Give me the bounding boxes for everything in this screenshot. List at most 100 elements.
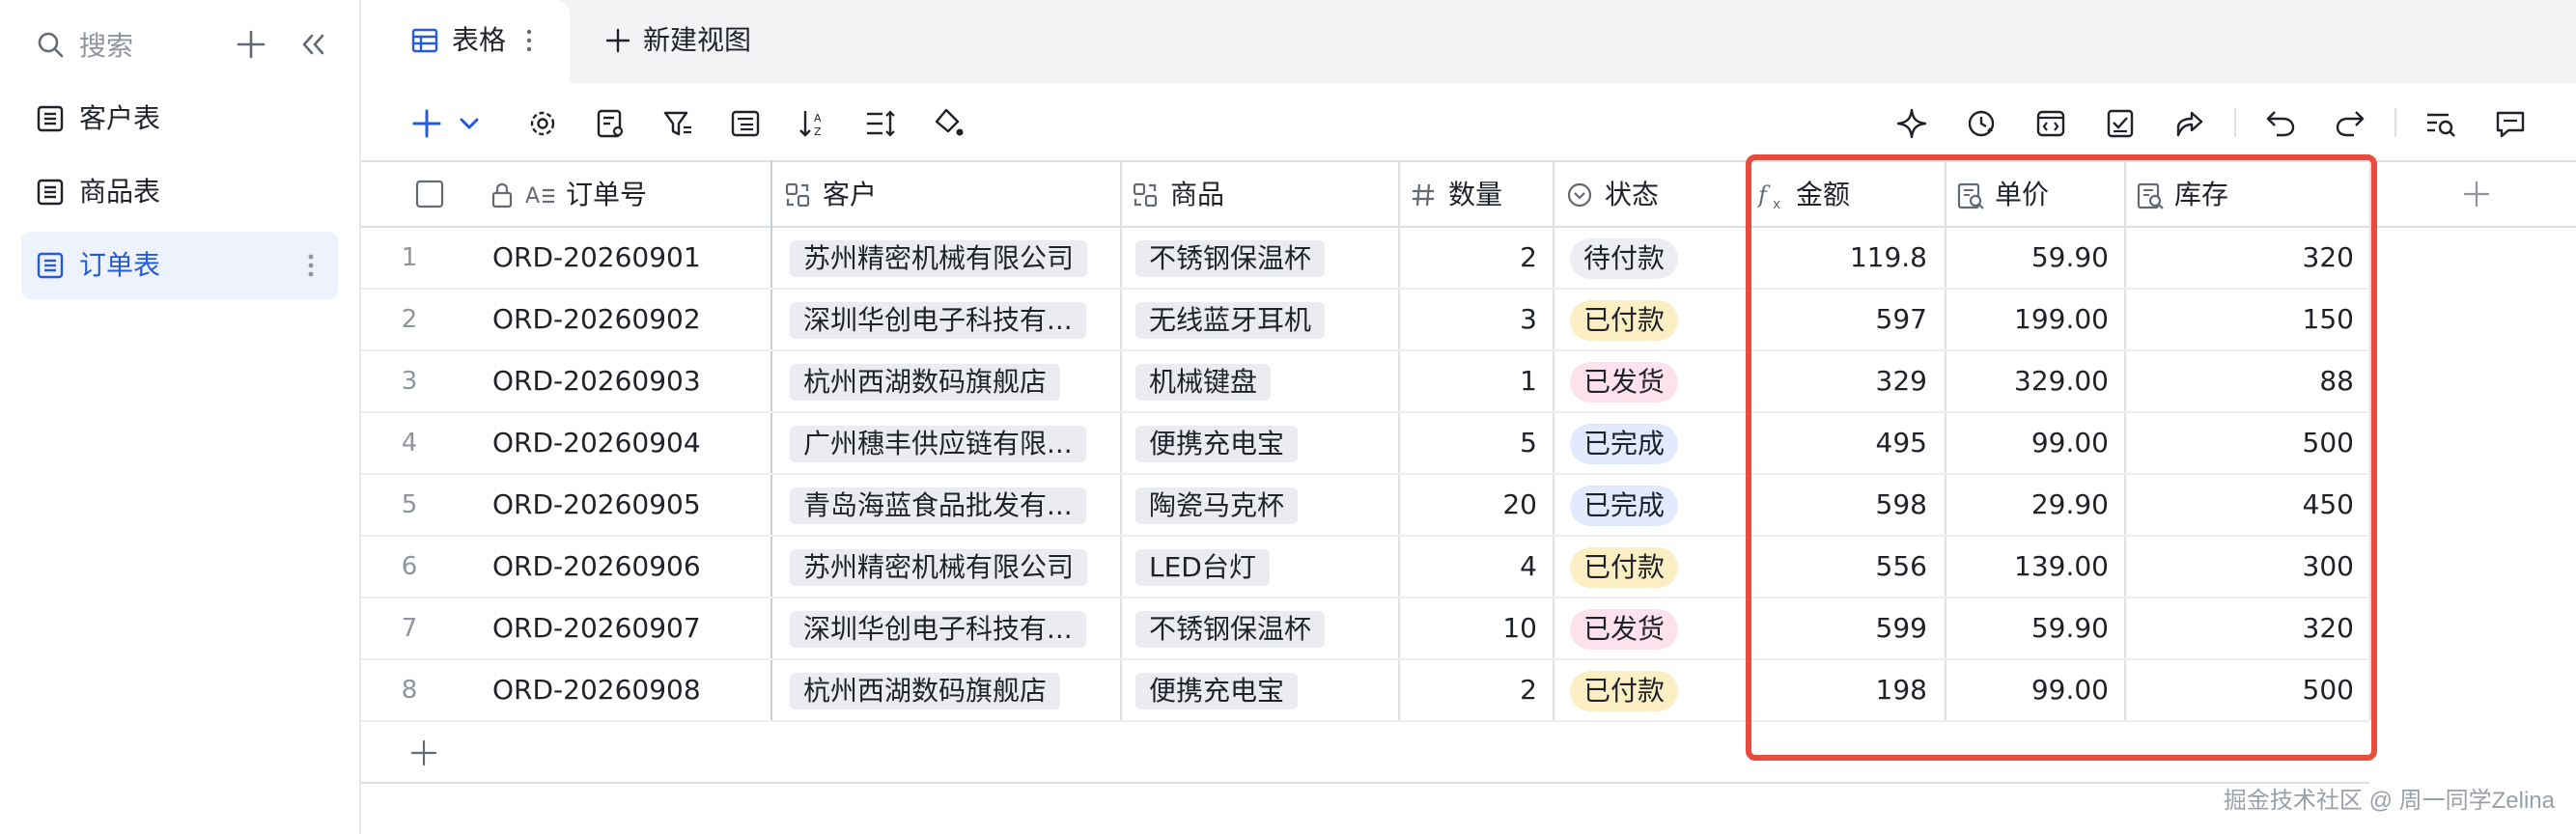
table-row[interactable]: 4 ORD-20260904 广州穗丰供应链有限... 便携充电宝 5 已完成 495 99.… — [361, 413, 2369, 475]
status-badge[interactable]: 已付款 — [1570, 300, 1679, 341]
search-box[interactable]: 搜索 — [35, 25, 344, 68]
status-badge[interactable]: 待付款 — [1570, 238, 1679, 279]
amount-cell[interactable]: 598 — [1746, 475, 1927, 535]
unit-price-cell[interactable]: 329.00 — [1945, 351, 2109, 411]
unit-price-cell[interactable]: 29.90 — [1945, 475, 2109, 535]
chevron-down-icon[interactable] — [452, 106, 487, 141]
unit-price-cell[interactable]: 99.00 — [1945, 413, 2109, 473]
search-records-icon[interactable] — [2423, 106, 2458, 141]
status-badge[interactable]: 已完成 — [1570, 486, 1679, 526]
table-row[interactable]: 8 ORD-20260908 杭州西湖数码旗舰店 便携充电宝 2 已付款 198 99.00 5… — [361, 660, 2369, 722]
stock-cell[interactable]: 450 — [2124, 475, 2354, 535]
customer-link-tag[interactable]: 苏州精密机械有限公司 — [790, 549, 1088, 586]
table-row[interactable]: 6 ORD-20260906 苏州精密机械有限公司 LED台灯 4 已付款 556 139.0… — [361, 537, 2369, 598]
table-row[interactable]: 5 ORD-20260905 青岛海蓝食品批发有... 陶瓷马克杯 20 已完成 598 29… — [361, 475, 2369, 537]
share-icon[interactable] — [2172, 106, 2207, 141]
product-link-tag[interactable]: 不锈钢保温杯 — [1135, 240, 1326, 277]
status-badge[interactable]: 已付款 — [1570, 671, 1679, 711]
add-column-button[interactable] — [2369, 162, 2576, 226]
status-badge[interactable]: 已付款 — [1570, 547, 1679, 588]
table-row[interactable]: 3 ORD-20260903 杭州西湖数码旗舰店 机械键盘 1 已发货 329 329.00 8… — [361, 351, 2369, 413]
column-header-stock[interactable]: 库存 — [2124, 162, 2369, 226]
add-record-icon[interactable] — [409, 106, 444, 141]
amount-cell[interactable]: 597 — [1746, 290, 1927, 349]
quantity-cell[interactable]: 20 — [1398, 475, 1537, 535]
customer-link-tag[interactable]: 深圳华创电子科技有... — [790, 302, 1086, 339]
code-block-icon[interactable] — [2033, 106, 2068, 141]
more-vertical-icon[interactable] — [307, 251, 315, 284]
table-row[interactable]: 1 ORD-20260901 苏州精密机械有限公司 不锈钢保温杯 2 待付款 119.8 59… — [361, 228, 2369, 290]
add-record-row[interactable] — [361, 722, 2369, 784]
tab-grid-view[interactable]: 表格 — [361, 0, 570, 83]
amount-cell[interactable]: 495 — [1746, 413, 1927, 473]
collapse-sidebar-icon[interactable] — [297, 29, 328, 64]
sidebar-item-customers[interactable]: 客户表 — [21, 85, 338, 153]
group-icon[interactable] — [728, 106, 763, 141]
quantity-cell[interactable]: 10 — [1398, 598, 1537, 658]
product-link-tag[interactable]: 便携充电宝 — [1135, 426, 1299, 462]
comment-icon[interactable] — [2493, 106, 2528, 141]
quantity-cell[interactable]: 5 — [1398, 413, 1537, 473]
stock-cell[interactable]: 320 — [2124, 598, 2354, 658]
order-no-cell[interactable]: ORD-20260904 — [492, 413, 701, 473]
order-no-cell[interactable]: ORD-20260907 — [492, 598, 701, 658]
form-check-icon[interactable] — [2103, 106, 2138, 141]
undo-icon[interactable] — [2263, 106, 2298, 141]
unit-price-cell[interactable]: 59.90 — [1945, 228, 2109, 288]
quantity-cell[interactable]: 2 — [1398, 228, 1537, 288]
order-no-cell[interactable]: ORD-20260905 — [492, 475, 701, 535]
sort-icon[interactable]: AZ — [796, 106, 830, 141]
field-config-icon[interactable] — [593, 106, 628, 141]
ai-sparkle-icon[interactable] — [1894, 106, 1929, 141]
order-no-cell[interactable]: ORD-20260906 — [492, 537, 701, 597]
stock-cell[interactable]: 320 — [2124, 228, 2354, 288]
customer-link-tag[interactable]: 广州穗丰供应链有限... — [790, 426, 1086, 462]
redo-icon[interactable] — [2333, 106, 2367, 141]
unit-price-cell[interactable]: 139.00 — [1945, 537, 2109, 597]
checkbox-icon[interactable] — [415, 180, 444, 212]
column-header-status[interactable]: 状态 — [1553, 162, 1746, 226]
order-no-cell[interactable]: ORD-20260901 — [492, 228, 701, 288]
amount-cell[interactable]: 329 — [1746, 351, 1927, 411]
quantity-cell[interactable]: 1 — [1398, 351, 1537, 411]
column-header-unit-price[interactable]: 单价 — [1945, 162, 2124, 226]
stock-cell[interactable]: 150 — [2124, 290, 2354, 349]
unit-price-cell[interactable]: 59.90 — [1945, 598, 2109, 658]
quantity-cell[interactable]: 4 — [1398, 537, 1537, 597]
product-link-tag[interactable]: 陶瓷马克杯 — [1135, 487, 1299, 524]
table-row[interactable]: 2 ORD-20260902 深圳华创电子科技有... 无线蓝牙耳机 3 已付款 597 19… — [361, 290, 2369, 351]
automation-clock-icon[interactable] — [1964, 106, 1999, 141]
status-badge[interactable]: 已完成 — [1570, 424, 1679, 464]
column-header-product[interactable]: 商品 — [1120, 162, 1398, 226]
sidebar-item-products[interactable]: 商品表 — [21, 158, 338, 226]
order-no-cell[interactable]: ORD-20260908 — [492, 660, 701, 720]
column-header-quantity[interactable]: 数量 — [1398, 162, 1553, 226]
settings-icon[interactable] — [525, 106, 560, 141]
row-height-icon[interactable] — [863, 106, 898, 141]
status-badge[interactable]: 已发货 — [1570, 362, 1679, 403]
amount-cell[interactable]: 119.8 — [1746, 228, 1927, 288]
customer-link-tag[interactable]: 深圳华创电子科技有... — [790, 611, 1086, 648]
product-link-tag[interactable]: LED台灯 — [1135, 549, 1270, 586]
order-no-cell[interactable]: ORD-20260903 — [492, 351, 701, 411]
amount-cell[interactable]: 599 — [1746, 598, 1927, 658]
product-link-tag[interactable]: 机械键盘 — [1135, 364, 1272, 401]
fill-color-icon[interactable] — [931, 106, 966, 141]
column-header-customer[interactable]: 客户 — [772, 162, 1120, 226]
stock-cell[interactable]: 88 — [2124, 351, 2354, 411]
order-no-cell[interactable]: ORD-20260902 — [492, 290, 701, 349]
stock-cell[interactable]: 300 — [2124, 537, 2354, 597]
product-link-tag[interactable]: 不锈钢保温杯 — [1135, 611, 1326, 648]
unit-price-cell[interactable]: 199.00 — [1945, 290, 2109, 349]
customer-link-tag[interactable]: 杭州西湖数码旗舰店 — [790, 364, 1061, 401]
customer-link-tag[interactable]: 杭州西湖数码旗舰店 — [790, 673, 1061, 709]
product-link-tag[interactable]: 便携充电宝 — [1135, 673, 1299, 709]
customer-link-tag[interactable]: 苏州精密机械有限公司 — [790, 240, 1088, 277]
stock-cell[interactable]: 500 — [2124, 413, 2354, 473]
more-vertical-icon[interactable] — [525, 27, 533, 58]
sidebar-item-orders[interactable]: 订单表 — [21, 232, 338, 299]
add-icon[interactable] — [236, 29, 266, 64]
amount-cell[interactable]: 198 — [1746, 660, 1927, 720]
amount-cell[interactable]: 556 — [1746, 537, 1927, 597]
quantity-cell[interactable]: 3 — [1398, 290, 1537, 349]
